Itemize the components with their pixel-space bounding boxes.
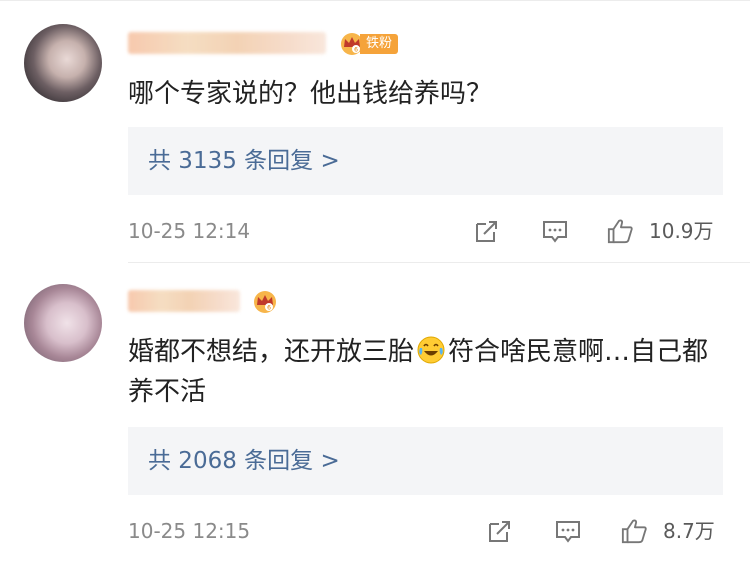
comment-icon[interactable] — [541, 218, 569, 244]
like-count: 8.7万 — [663, 519, 715, 543]
comment-text: 婚都不想结，还开放三胎 符合啥民意啊…自己都养不活 — [128, 332, 728, 412]
avatar[interactable] — [24, 24, 102, 102]
thumbs-up-icon[interactable] — [606, 218, 634, 244]
avatar[interactable] — [24, 284, 102, 362]
svg-text:6: 6 — [267, 305, 271, 312]
comment-item: 6 铁粉 哪个专家说的？他出钱给养吗？ 共 3135 条回复 > 10-25 1… — [0, 0, 750, 262]
comment-text-part1: 婚都不想结，还开放三胎 — [128, 337, 415, 367]
timestamp: 10-25 12:14 — [128, 219, 251, 243]
share-icon[interactable] — [473, 218, 501, 244]
timestamp: 10-25 12:15 — [128, 519, 251, 543]
view-replies-link[interactable]: 共 2068 条回复 > — [148, 427, 340, 495]
share-icon[interactable] — [486, 518, 514, 544]
comment-text: 哪个专家说的？他出钱给养吗？ — [128, 79, 493, 109]
reply-box: 共 3135 条回复 > — [128, 127, 723, 195]
reply-box: 共 2068 条回复 > — [128, 427, 723, 495]
thumbs-up-icon[interactable] — [620, 518, 648, 544]
crown-fan-icon: 6 — [254, 291, 276, 313]
fan-badge: 铁粉 — [360, 34, 399, 54]
comment-meta: 10-25 12:14 10.9万 — [128, 216, 750, 246]
comment-icon[interactable] — [554, 518, 582, 544]
comment-meta: 10-25 12:15 8.7万 — [128, 516, 750, 546]
username-blurred[interactable] — [128, 290, 240, 312]
like-count: 10.9万 — [649, 219, 714, 243]
comment-item: 6 婚都不想结，还开放三胎 符合啥民意啊…自己都养不活 共 2068 条回复 >… — [0, 262, 750, 562]
svg-text:6: 6 — [354, 47, 358, 54]
username-blurred[interactable] — [128, 32, 326, 54]
view-replies-link[interactable]: 共 3135 条回复 > — [148, 127, 340, 195]
laugh-cry-emoji — [417, 336, 445, 364]
